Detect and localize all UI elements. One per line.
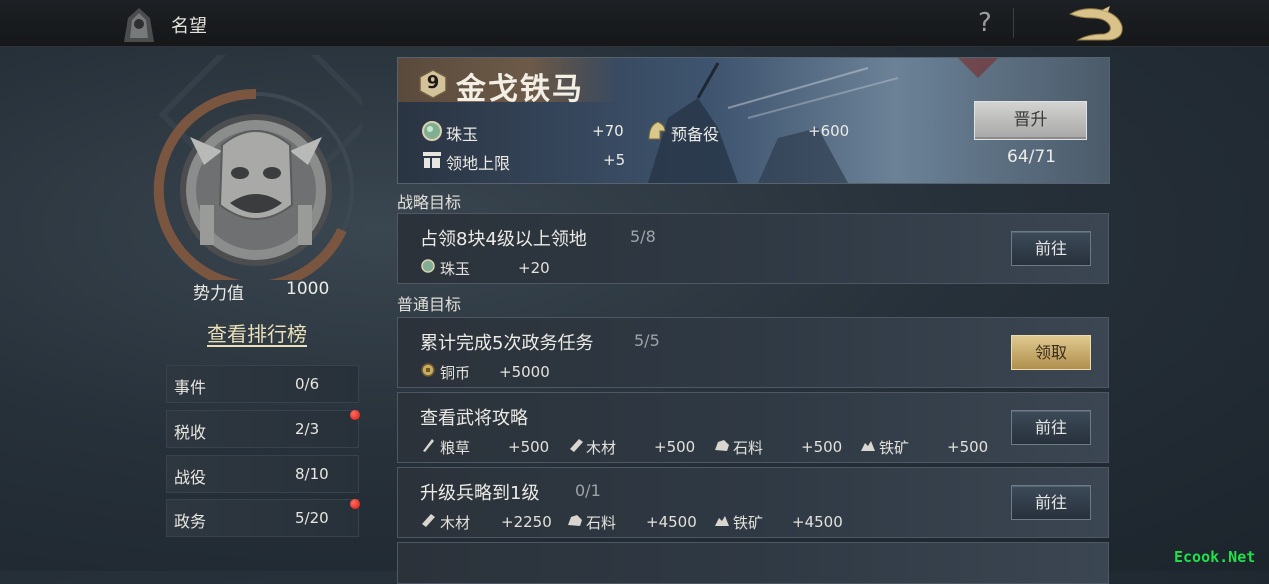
task-card: 累计完成5次政务任务 5/5 铜币 +5000 领取 (397, 317, 1109, 388)
reward-value: +2250 (501, 513, 552, 531)
reward-label: 石料 (586, 514, 617, 532)
section-title-strategic: 战略目标 (397, 193, 462, 212)
promote-progress: 64/71 (1007, 147, 1056, 167)
reward-value: +70 (592, 122, 624, 140)
reward-label: 木材 (440, 514, 471, 532)
wood-icon (422, 514, 435, 527)
task-name: 占领8块4级以上领地 (420, 229, 587, 250)
go-button[interactable]: 前往 (1011, 231, 1091, 266)
stat-label: 战役 (174, 468, 207, 487)
help-icon[interactable]: ? (978, 8, 992, 38)
fame-emblem (152, 4, 379, 291)
rank-level: 9 (426, 72, 440, 93)
rank-banner: 9 金戈铁马 珠玉 +70 预备役 +600 领地上限 +5 晋升 64/71 (397, 57, 1110, 184)
reward-value: +20 (518, 259, 550, 277)
reward-label: 铁矿 (879, 439, 910, 457)
go-button[interactable]: 前往 (1011, 485, 1091, 520)
claim-button[interactable]: 领取 (1011, 335, 1091, 370)
fame-emblem-icon (124, 8, 154, 42)
stat-row-tax[interactable]: 税收 2/3 (166, 410, 360, 448)
task-name: 查看武将攻略 (420, 408, 528, 429)
reward-value: +5000 (499, 363, 550, 381)
reward-label: 领地上限 (446, 154, 511, 173)
power-label: 势力值 (193, 284, 244, 304)
stone-icon (568, 515, 582, 526)
reward-label: 铁矿 (733, 514, 764, 532)
iron-icon (861, 441, 875, 451)
reward-value: +500 (801, 438, 843, 456)
reward-label: 木材 (586, 439, 617, 457)
reward-label: 铜币 (440, 364, 471, 382)
alert-dot (350, 499, 360, 509)
coin-icon (421, 363, 435, 377)
task-progress: 5/5 (634, 331, 660, 350)
divider (1013, 8, 1014, 38)
stat-label: 事件 (174, 378, 207, 397)
reward-value: +500 (947, 438, 989, 456)
stat-row-events[interactable]: 事件 0/6 (166, 365, 359, 403)
stat-value: 8/10 (295, 465, 329, 483)
task-name: 升级兵略到1级 (420, 483, 540, 504)
stat-row-affairs[interactable]: 政务 5/20 (166, 499, 360, 537)
task-progress: 5/8 (630, 227, 656, 246)
top-bar: 名望 ? (0, 0, 1269, 47)
back-dragon-icon[interactable] (1066, 4, 1128, 44)
reserve-helmet-icon (648, 121, 666, 140)
reward-value: +4500 (792, 513, 843, 531)
promote-button[interactable]: 晋升 (974, 101, 1087, 140)
watermark: Ecook.Net (1174, 548, 1256, 566)
stat-value: 0/6 (295, 375, 320, 393)
grain-icon (423, 439, 434, 452)
stone-icon (715, 440, 729, 451)
reward-value: +600 (808, 122, 850, 140)
jade-icon (421, 259, 435, 273)
reward-value: +5 (603, 151, 626, 169)
task-card: 查看武将攻略 粮草 +500 木材 +500 石料 +500 铁矿 +500 前… (397, 392, 1109, 463)
reward-label: 预备役 (671, 125, 720, 144)
stat-row-battles[interactable]: 战役 8/10 (166, 455, 359, 493)
reward-label: 粮草 (440, 439, 471, 457)
reward-label: 石料 (733, 439, 764, 457)
stat-value: 2/3 (295, 420, 320, 438)
reward-value: +500 (508, 438, 550, 456)
ranking-link[interactable]: 查看排行榜 (207, 318, 307, 347)
task-card-partial (397, 542, 1109, 584)
stat-label: 政务 (174, 512, 207, 531)
reward-value: +4500 (646, 513, 697, 531)
stat-value: 5/20 (295, 509, 329, 527)
wood-icon (570, 439, 583, 452)
task-card: 升级兵略到1级 0/1 木材 +2250 石料 +4500 铁矿 +4500 前… (397, 467, 1109, 538)
reward-label: 珠玉 (440, 260, 471, 278)
iron-icon (715, 516, 729, 526)
alert-dot (350, 410, 360, 420)
power-value: 1000 (286, 279, 330, 299)
task-card: 占领8块4级以上领地 5/8 珠玉 +20 前往 (397, 213, 1109, 284)
page-title: 名望 (171, 16, 207, 37)
reward-value: +500 (654, 438, 696, 456)
territory-icon (423, 152, 441, 168)
rank-title: 金戈铁马 (456, 72, 584, 107)
task-name: 累计完成5次政务任务 (420, 333, 594, 354)
task-progress: 0/1 (575, 481, 601, 500)
jade-icon (422, 121, 442, 141)
stat-label: 税收 (174, 423, 207, 442)
section-title-normal: 普通目标 (397, 295, 462, 314)
reward-label: 珠玉 (446, 125, 479, 144)
go-button[interactable]: 前往 (1011, 410, 1091, 445)
